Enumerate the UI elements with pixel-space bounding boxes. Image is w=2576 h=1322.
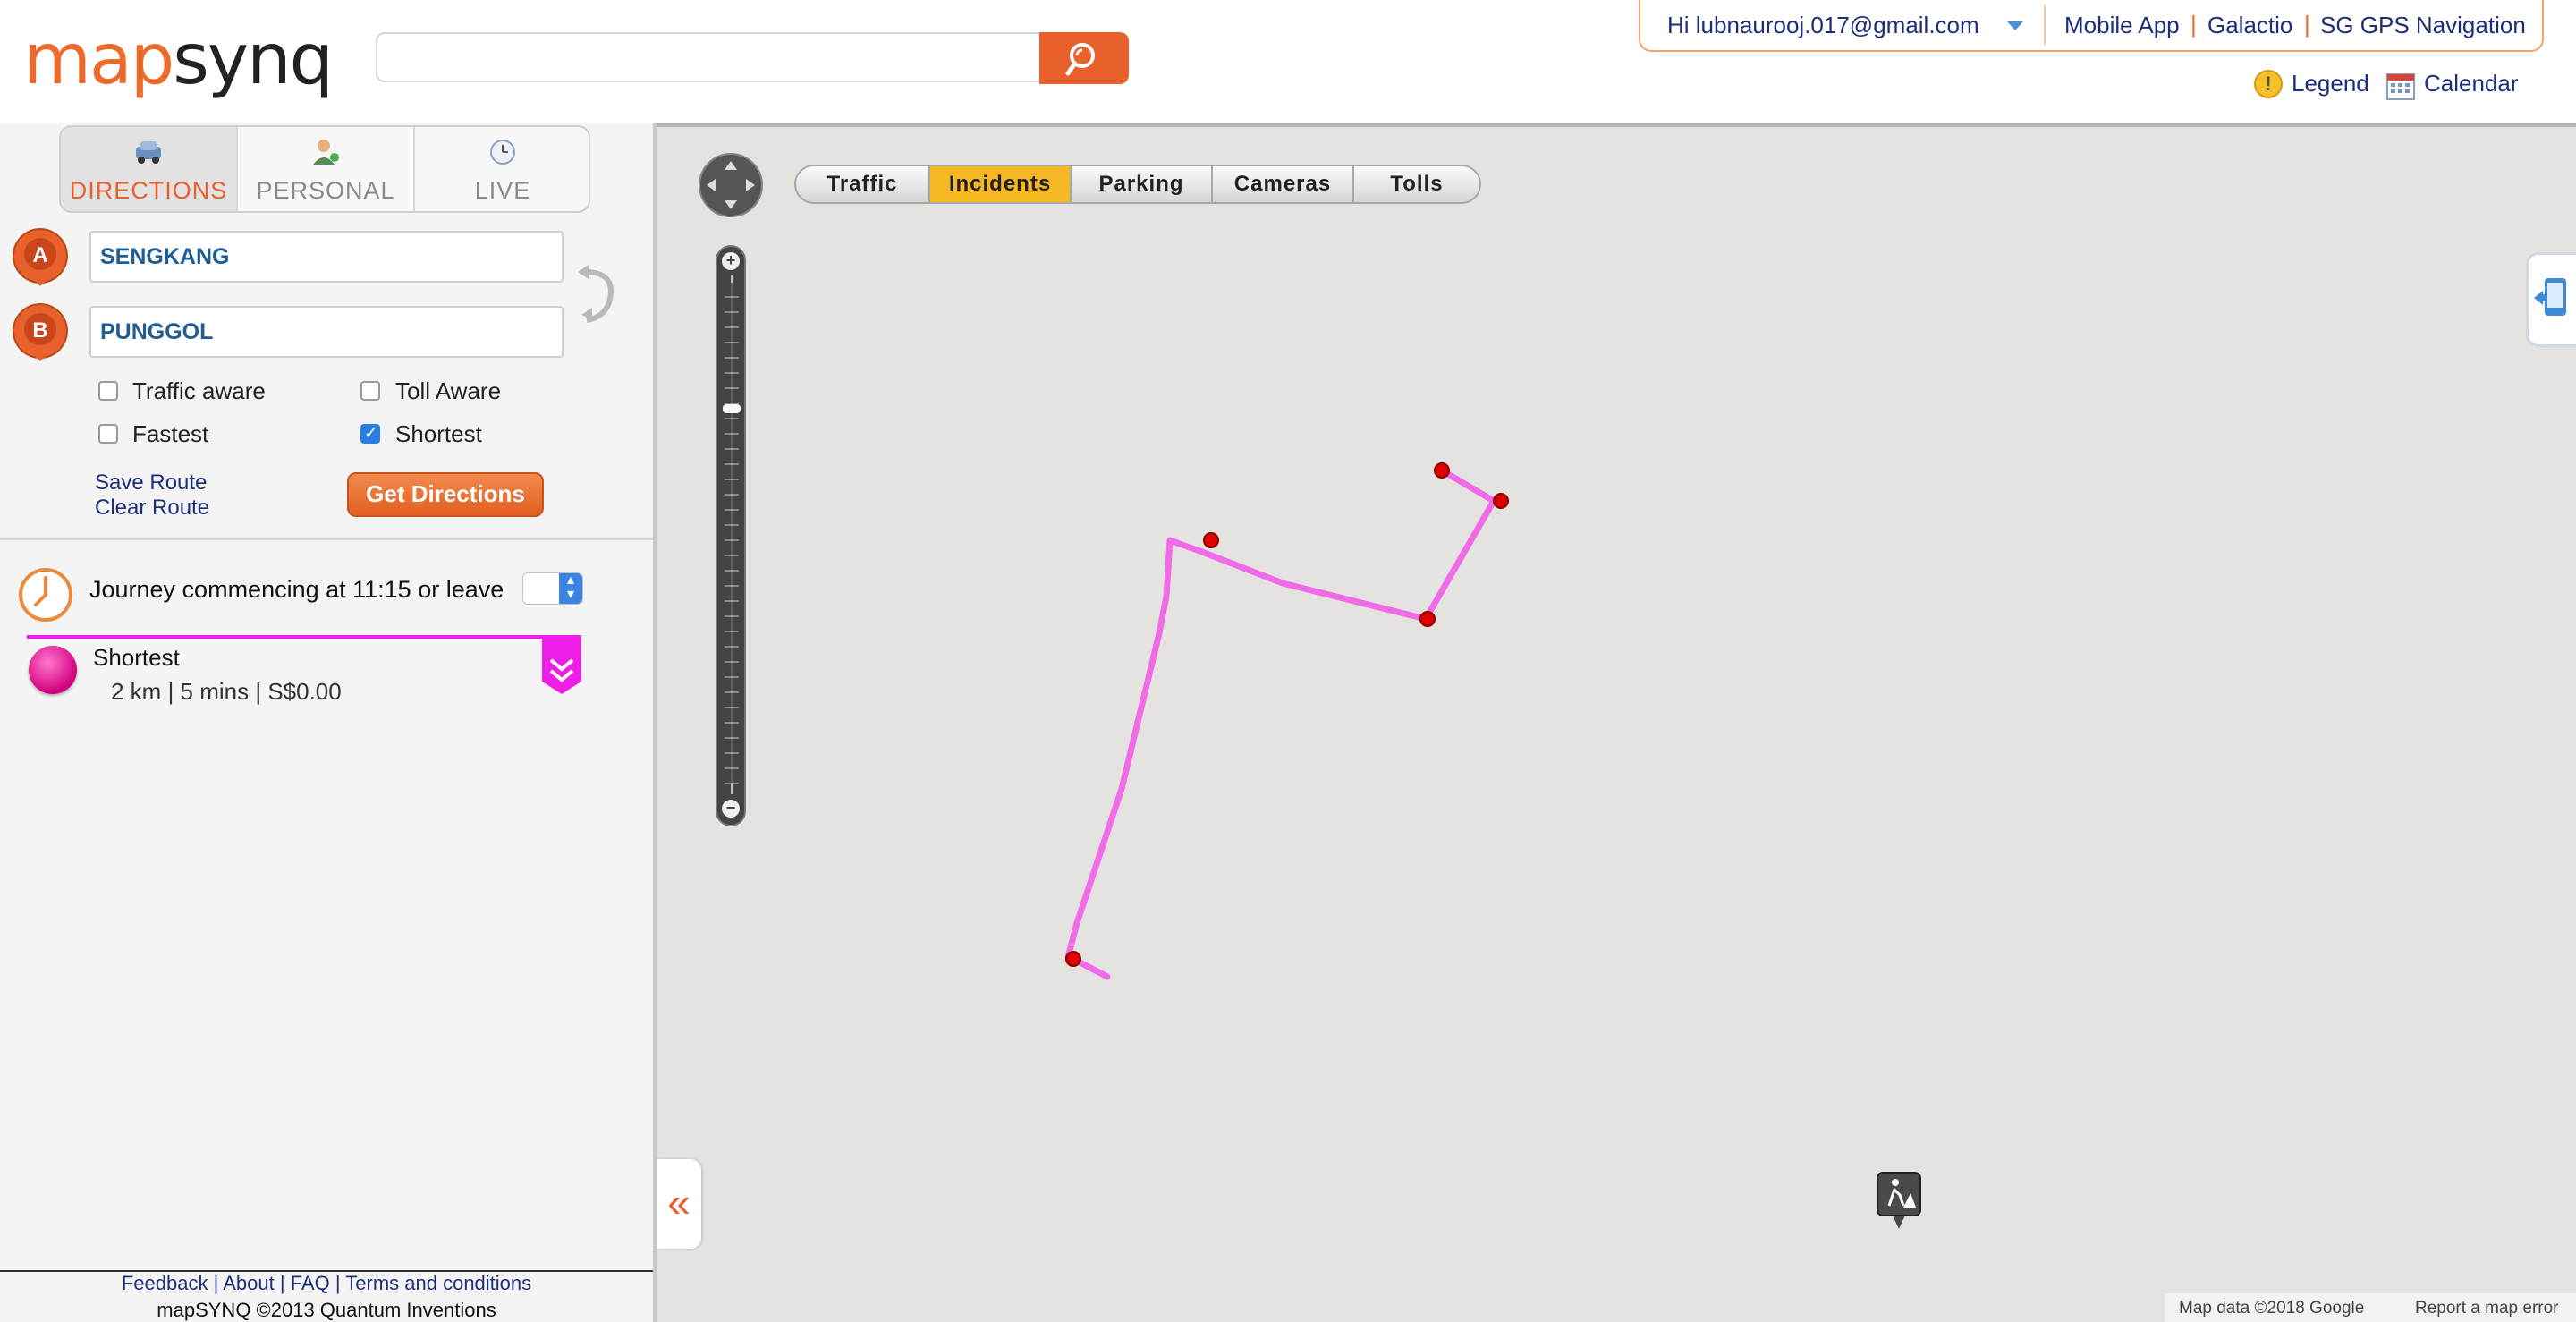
feedback-link[interactable]: Feedback: [122, 1272, 208, 1294]
pan-control-icon[interactable]: [698, 152, 764, 218]
user-greeting[interactable]: Hi lubnaurooj.017@gmail.com: [1667, 12, 1979, 39]
faq-link[interactable]: FAQ: [291, 1272, 330, 1294]
layer-parking-button[interactable]: Parking: [1072, 166, 1213, 202]
fastest-label: Fastest: [132, 420, 209, 447]
traffic-aware-checkbox[interactable]: [98, 381, 118, 401]
clock-icon: [19, 568, 72, 622]
collapse-sidebar-button[interactable]: «: [657, 1159, 701, 1249]
copyright-text: mapSYNQ ©2013 Quantum Inventions: [157, 1299, 496, 1321]
origin-field[interactable]: [89, 231, 564, 283]
galactio-link[interactable]: Galactio: [2207, 12, 2292, 39]
user-bar: Hi lubnaurooj.017@gmail.com Mobile App |…: [1639, 0, 2544, 52]
origin-input[interactable]: [91, 233, 562, 281]
route-color-dot[interactable]: [29, 646, 77, 694]
expand-route-icon[interactable]: [542, 639, 581, 694]
mobile-app-link[interactable]: Mobile App: [2064, 12, 2180, 39]
about-link[interactable]: About: [223, 1272, 275, 1294]
leave-time-select[interactable]: ▴ ▾: [522, 572, 583, 605]
route-waypoint[interactable]: [1434, 462, 1450, 479]
person-icon: [313, 140, 339, 165]
route-waypoint[interactable]: [1419, 611, 1436, 627]
calendar-link[interactable]: Calendar: [2424, 70, 2519, 97]
clear-route-link[interactable]: Clear Route: [95, 496, 209, 521]
car-icon: [136, 141, 161, 164]
tab-live-label: LIVE: [474, 177, 531, 204]
report-map-error-link[interactable]: Report a map error: [2415, 1299, 2559, 1318]
roadworks-incident-icon[interactable]: [1877, 1172, 1921, 1231]
sidebar: [0, 123, 653, 1322]
clock-small-icon: [490, 140, 515, 165]
journey-text: Journey commencing at 11:15 or leave: [89, 576, 504, 603]
route-overlay: [1064, 462, 1509, 980]
tab-directions[interactable]: DIRECTIONS: [61, 127, 236, 211]
tab-personal[interactable]: PERSONAL: [238, 127, 413, 211]
footer-separator: |: [279, 1272, 285, 1294]
shortest-checkbox[interactable]: [360, 424, 380, 444]
search-button[interactable]: [1039, 32, 1129, 84]
mobile-send-tab[interactable]: [2526, 252, 2576, 347]
toll-aware-label: Toll Aware: [395, 377, 502, 404]
route-waypoint[interactable]: [1493, 493, 1509, 509]
traffic-aware-label: Traffic aware: [132, 377, 266, 404]
destination-marker-icon: B: [13, 303, 68, 361]
footer-links: Feedback | About | FAQ | Terms and condi…: [0, 1272, 653, 1295]
mode-tabs: DIRECTIONS PERSONAL LIVE: [59, 125, 590, 213]
select-arrows-icon: ▴ ▾: [559, 573, 582, 604]
mobile-phone-icon: [2534, 278, 2566, 316]
route-path[interactable]: [1064, 467, 1497, 962]
route-summary: 2 km | 5 mins | S$0.00: [111, 678, 342, 705]
destination-input[interactable]: [91, 308, 562, 356]
sg-gps-navigation-link[interactable]: SG GPS Navigation: [2320, 12, 2526, 39]
legend-link[interactable]: Legend: [2292, 70, 2369, 97]
route-color-bar: [27, 635, 581, 639]
search-box[interactable]: [376, 32, 1041, 82]
search-icon: [1065, 43, 1095, 76]
search-input[interactable]: [377, 34, 1039, 81]
user-menu-caret-icon[interactable]: [2007, 21, 2023, 30]
map-data-credit: Map data ©2018 Google: [2179, 1299, 2365, 1318]
fastest-checkbox[interactable]: [98, 424, 118, 444]
save-route-link[interactable]: Save Route: [95, 470, 207, 496]
footer-separator: |: [335, 1272, 341, 1294]
calendar-icon[interactable]: [2386, 72, 2415, 100]
zoom-in-button[interactable]: +: [722, 252, 740, 270]
route-waypoint[interactable]: [1065, 951, 1081, 967]
terms-link[interactable]: Terms and conditions: [345, 1272, 531, 1294]
shortest-label: Shortest: [395, 420, 482, 447]
tab-personal-label: PERSONAL: [256, 177, 395, 204]
swap-route-icon[interactable]: [572, 265, 617, 327]
toll-aware-checkbox[interactable]: [360, 381, 380, 401]
destination-marker-letter: B: [32, 318, 47, 343]
link-separator: |: [2190, 11, 2197, 38]
user-bar-divider: [2044, 5, 2046, 45]
route-name[interactable]: Shortest: [93, 644, 180, 672]
origin-marker-icon: A: [13, 228, 68, 286]
link-separator: |: [2304, 11, 2310, 38]
footer-separator: |: [213, 1272, 219, 1294]
mapsynq-logo[interactable]: mapsynq: [23, 20, 334, 100]
zoom-out-button[interactable]: −: [722, 800, 740, 818]
layer-cameras-button[interactable]: Cameras: [1213, 166, 1354, 202]
get-directions-button[interactable]: Get Directions: [347, 472, 544, 517]
legend-icon[interactable]: !: [2254, 70, 2283, 98]
zoom-slider-thumb[interactable]: [723, 404, 741, 413]
layer-traffic-button[interactable]: Traffic: [796, 166, 930, 202]
logo-text-synq: synq: [173, 20, 334, 100]
section-divider: [0, 538, 653, 540]
zoom-ticks: [724, 283, 739, 784]
layer-incidents-button[interactable]: Incidents: [930, 166, 1072, 202]
destination-field[interactable]: [89, 306, 564, 358]
logo-text-map: map: [23, 20, 174, 100]
map-layer-toolbar: Traffic Incidents Parking Cameras Tolls: [794, 165, 1481, 204]
tab-directions-label: DIRECTIONS: [69, 177, 228, 204]
map-attribution: Map data ©2018 Google Report a map error: [2165, 1293, 2576, 1322]
layer-tolls-button[interactable]: Tolls: [1354, 166, 1479, 202]
zoom-slider[interactable]: + −: [716, 245, 746, 826]
tab-live[interactable]: LIVE: [415, 127, 589, 211]
route-waypoint[interactable]: [1203, 532, 1219, 548]
origin-marker-letter: A: [32, 243, 47, 267]
